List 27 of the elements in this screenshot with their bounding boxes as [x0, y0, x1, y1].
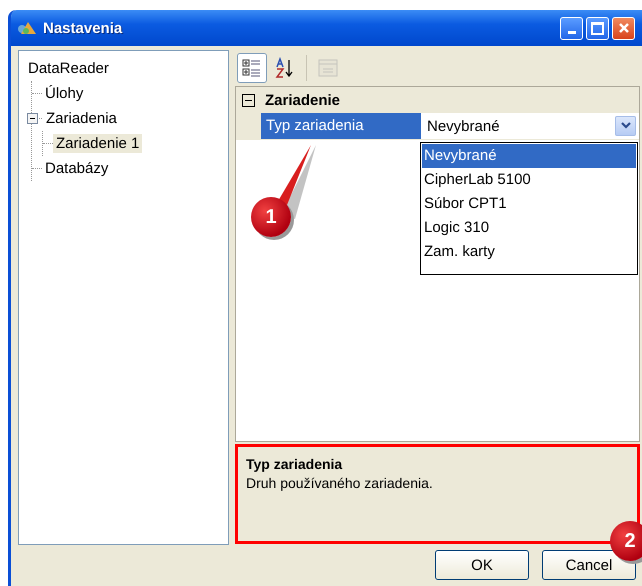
dropdown-option[interactable]: Nevybrané: [422, 144, 636, 168]
close-button[interactable]: [612, 16, 635, 40]
callout-badge: 2: [610, 521, 642, 561]
tree-item[interactable]: Zariadenie 1: [53, 134, 142, 153]
category-label: Zariadenie: [265, 92, 340, 108]
collapse-icon[interactable]: [242, 94, 255, 106]
cancel-button[interactable]: Cancel: [542, 550, 636, 580]
maximize-button[interactable]: [586, 16, 609, 40]
description-text: Druh používaného zariadenia.: [246, 475, 434, 491]
dropdown-option[interactable]: Zam. karty: [422, 240, 636, 264]
minimize-button[interactable]: [560, 16, 583, 40]
app-icon: [17, 20, 37, 36]
property-name[interactable]: Typ zariadenia: [261, 113, 421, 139]
ok-button[interactable]: OK: [435, 550, 529, 580]
dropdown-option[interactable]: CipherLab 5100: [422, 168, 636, 192]
device-type-dropdown[interactable]: Nevybrané: [421, 113, 639, 139]
callout-badge: 1: [251, 197, 291, 237]
tree-item[interactable]: Zariadenia: [43, 109, 120, 128]
close-icon[interactable]: [616, 21, 630, 35]
description-title: Typ zariadenia: [246, 456, 344, 472]
tree-item[interactable]: Úlohy: [42, 84, 86, 103]
tree-item[interactable]: Databázy: [42, 159, 112, 178]
collapse-icon[interactable]: [27, 113, 38, 124]
window-title: Nastavenia: [43, 20, 124, 36]
dropdown-option[interactable]: Logic 310: [422, 216, 636, 240]
dropdown-option[interactable]: Súbor CPT1: [422, 192, 636, 216]
tree-item[interactable]: DataReader: [25, 59, 112, 78]
